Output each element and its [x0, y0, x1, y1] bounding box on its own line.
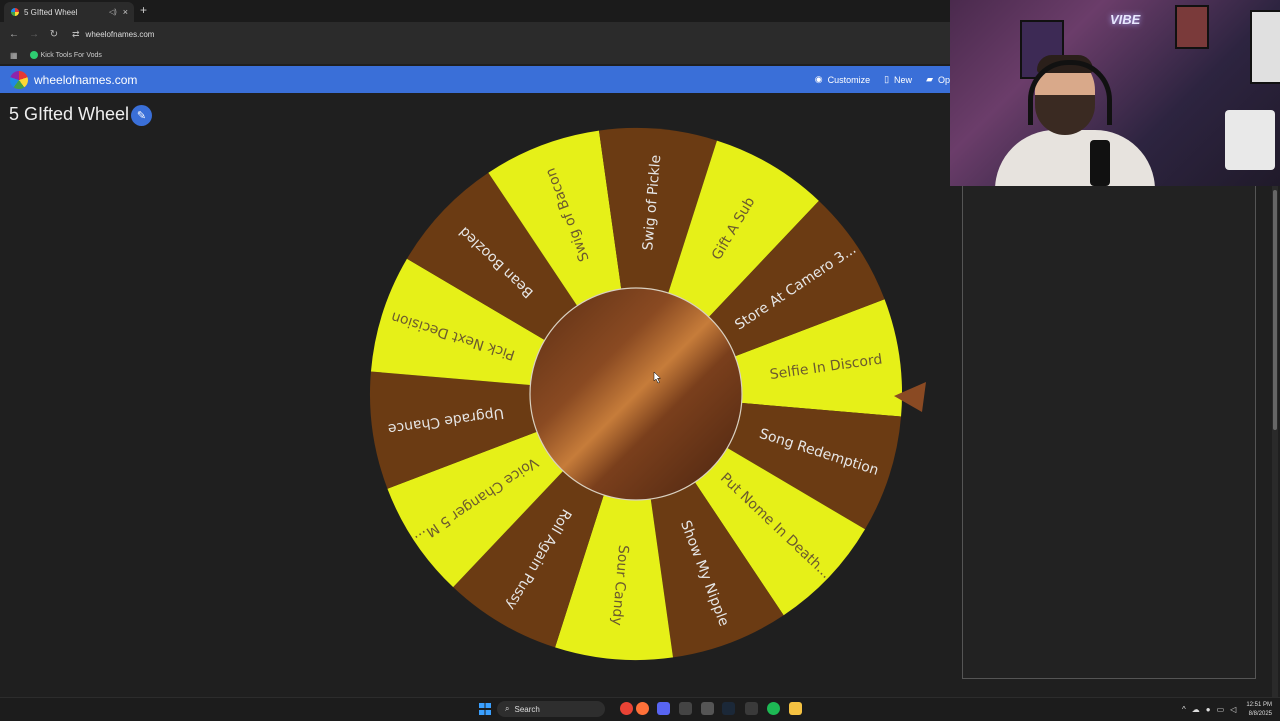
discord-icon[interactable] — [657, 702, 670, 715]
edit-title-button[interactable]: ✎ — [131, 105, 152, 126]
neon-sign: VIBE — [1110, 12, 1141, 27]
bookmark-kick-tools[interactable]: Kick Tools For Vods — [41, 52, 102, 59]
spin-wheel[interactable]: Selfie In DiscordSong RedemptionPut Nome… — [360, 120, 940, 668]
folder-icon: ▰ — [926, 74, 933, 84]
taskbar-search[interactable]: ⌕ Search — [497, 701, 605, 717]
windows-taskbar: ⌕ Search ^ ☁ ● ▭ ◁ 12:51 PM 8/8/2025 — [0, 697, 1280, 721]
windows-start-icon[interactable] — [479, 703, 491, 715]
close-tab-icon[interactable]: × — [123, 7, 128, 17]
logo-icon[interactable] — [10, 70, 28, 89]
wheel-title[interactable]: 5 GIfted Wheel — [9, 104, 129, 125]
streamer-shirt — [995, 130, 1155, 186]
air-conditioner — [1225, 110, 1275, 170]
browser-tab[interactable]: 5 GIfted Wheel ◁) × — [4, 2, 134, 22]
speaker-icon[interactable]: ◁) — [109, 8, 117, 16]
tab-title: 5 GIfted Wheel — [24, 7, 78, 17]
address-bar: ← → ↻ ⇄ wheelofnames.com — [0, 22, 950, 46]
new-button[interactable]: ▯ New — [884, 74, 912, 85]
firefox-icon[interactable] — [636, 702, 649, 715]
site-info-icon[interactable]: ⇄ — [72, 29, 80, 40]
steam-icon[interactable] — [722, 702, 735, 715]
forward-icon[interactable]: → — [28, 29, 40, 40]
reload-icon[interactable]: ↻ — [48, 29, 60, 40]
palette-icon: ◉ — [814, 74, 823, 84]
spotify-icon[interactable] — [767, 702, 780, 715]
open-button[interactable]: ▰ Op — [926, 74, 950, 85]
wheel-hub[interactable] — [529, 287, 743, 501]
volume-icon[interactable]: ◁ — [1230, 705, 1236, 714]
system-tray: ^ ☁ ● ▭ ◁ 12:51 PM 8/8/2025 — [1182, 700, 1272, 719]
file-icon: ▯ — [884, 74, 890, 84]
webcam-overlay: VIBE — [950, 0, 1280, 186]
apps-icon[interactable]: ▦ — [10, 51, 18, 60]
obs-icon[interactable] — [679, 702, 692, 715]
bookmarks-bar: ▦ Kick Tools For Vods — [0, 46, 950, 64]
clock[interactable]: 12:51 PM 8/8/2025 — [1246, 701, 1272, 719]
back-icon[interactable]: ← — [8, 29, 20, 40]
cloud-icon[interactable]: ☁ — [1192, 705, 1200, 714]
customize-button[interactable]: ◉ Customize — [815, 74, 870, 85]
wall-poster — [1250, 10, 1280, 84]
chrome-icon[interactable] — [620, 702, 633, 715]
taskbar-search-placeholder: Search — [514, 704, 540, 714]
clock-time: 12:51 PM — [1246, 701, 1272, 708]
mic-tray-icon[interactable]: ● — [1206, 705, 1211, 714]
new-tab-button[interactable]: + — [140, 3, 147, 17]
scrollbar-thumb[interactable] — [1273, 190, 1277, 430]
bookmark-favicon-icon — [29, 51, 38, 59]
clock-date: 8/8/2025 — [1248, 710, 1272, 717]
url-field[interactable]: wheelofnames.com — [86, 30, 155, 39]
tray-chevron-icon[interactable]: ^ — [1182, 705, 1186, 714]
network-icon[interactable]: ▭ — [1217, 705, 1225, 714]
terminal-icon[interactable] — [745, 702, 758, 715]
tab-strip: 5 GIfted Wheel ◁) × + — [0, 0, 950, 22]
app-icon[interactable] — [701, 702, 714, 715]
open-label: Op — [937, 74, 950, 85]
customize-label: Customize — [827, 74, 871, 85]
wall-poster — [1175, 5, 1209, 49]
entries-panel[interactable] — [962, 186, 1256, 679]
file-explorer-icon[interactable] — [789, 702, 802, 715]
app-header: wheelofnames.com ◉ Customize ▯ New ▰ Op — [0, 66, 950, 93]
headset-icon — [1028, 60, 1112, 125]
search-icon: ⌕ — [505, 704, 510, 713]
favicon-icon — [11, 8, 19, 16]
new-label: New — [894, 74, 913, 85]
site-name[interactable]: wheelofnames.com — [34, 73, 137, 87]
header-menu: ◉ Customize ▯ New ▰ Op — [815, 66, 950, 93]
microphone-icon — [1090, 140, 1110, 186]
